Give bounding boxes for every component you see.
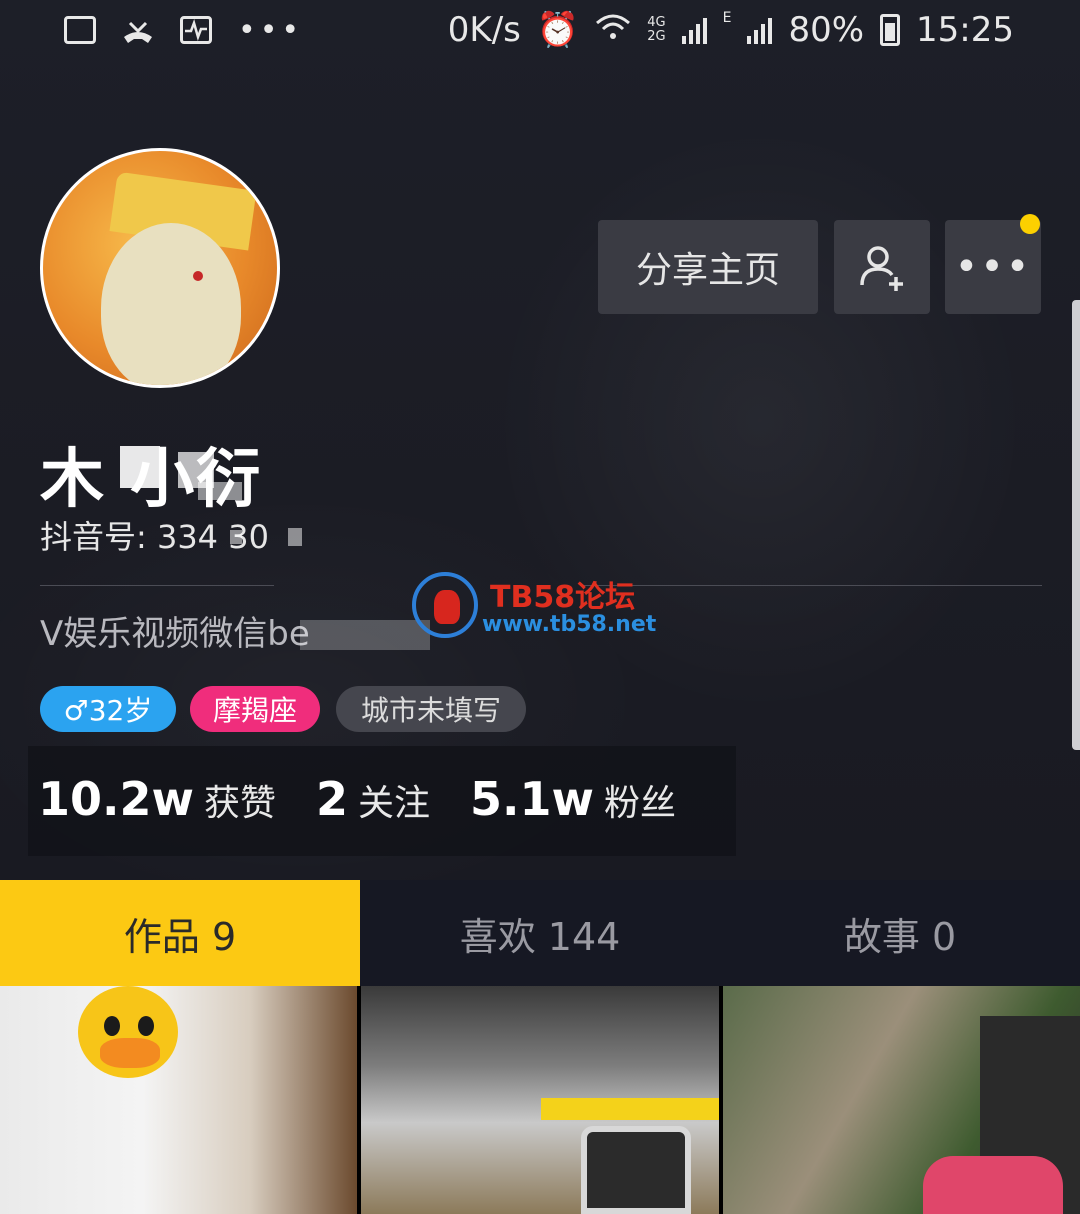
video-thumbnail[interactable]	[722, 986, 1080, 1214]
status-right: 0K/s ⏰ 4G 2G E 80% 15:25	[448, 10, 1080, 50]
video-thumbnail[interactable]	[0, 986, 358, 1214]
bio-text: V娱乐视频微信be	[40, 614, 310, 654]
stats-row: 10.2w 获赞 2 关注 5.1w 粉丝	[38, 772, 676, 826]
avatar-forehead-dot	[193, 271, 203, 281]
net-4g-label: 4G	[647, 15, 666, 30]
stat-number: 2	[316, 772, 349, 826]
video-grid	[0, 986, 1080, 1214]
gallery-icon	[64, 16, 96, 44]
network-type: 4G 2G	[647, 16, 665, 44]
alarm-icon: ⏰	[536, 10, 580, 50]
video-thumbnail[interactable]	[361, 986, 719, 1214]
duck-eye	[104, 1016, 120, 1036]
privacy-mosaic	[300, 620, 430, 650]
stroller	[922, 1156, 1063, 1214]
tab-stories[interactable]: 故事 0	[720, 880, 1080, 986]
stat-label: 粉丝	[604, 783, 677, 824]
clock-time: 15:25	[916, 10, 1014, 50]
watermark-logo-icon	[412, 572, 478, 638]
stat-likes[interactable]: 10.2w 获赞	[38, 772, 276, 826]
activity-icon	[180, 16, 212, 44]
watermark-url: www.tb58.net	[482, 612, 657, 637]
content-tabs: 作品 9 喜欢 144 故事 0	[0, 880, 1080, 986]
share-profile-button[interactable]: 分享主页	[598, 220, 818, 314]
subway-sign	[541, 1098, 719, 1120]
stat-following[interactable]: 2 关注	[316, 772, 430, 826]
duck-eye	[138, 1016, 154, 1036]
privacy-mosaic	[198, 482, 242, 500]
signal-icon-2	[747, 16, 773, 44]
tab-likes[interactable]: 喜欢 144	[360, 880, 720, 986]
stat-number: 5.1w	[470, 772, 595, 826]
add-user-icon	[860, 246, 903, 291]
duck-beak	[100, 1038, 160, 1068]
net-speed: 0K/s	[447, 10, 521, 50]
signal-icon-1	[681, 16, 707, 44]
more-notifications-icon: •••	[238, 12, 304, 48]
privacy-mosaic	[120, 446, 160, 488]
missed-call-icon	[122, 16, 154, 44]
notification-dot	[1020, 214, 1040, 234]
stat-number: 10.2w	[38, 772, 194, 826]
battery-icon	[880, 14, 901, 46]
wifi-icon	[595, 10, 631, 50]
city-tag[interactable]: 城市未填写	[336, 686, 526, 732]
battery-percent: 80%	[788, 10, 865, 50]
add-friend-button[interactable]	[834, 220, 930, 314]
divider	[40, 585, 274, 586]
stat-label: 关注	[358, 783, 431, 824]
privacy-mosaic	[288, 528, 302, 546]
avatar-face	[101, 223, 241, 385]
watermark: TB58论坛 www.tb58.net	[412, 572, 672, 642]
net-2g-label: 2G	[647, 29, 666, 44]
status-left: •••	[0, 13, 303, 48]
more-options-button[interactable]: •••	[945, 220, 1041, 314]
subway-door	[581, 1126, 692, 1214]
avatar[interactable]	[40, 148, 280, 388]
gender-age-tag: ♂32岁	[40, 686, 176, 732]
stat-label: 获赞	[204, 783, 277, 824]
watermark-title: TB58论坛	[490, 580, 636, 615]
zodiac-tag: 摩羯座	[190, 686, 320, 732]
stat-followers[interactable]: 5.1w 粉丝	[470, 772, 676, 826]
tab-works[interactable]: 作品 9	[0, 880, 360, 986]
status-bar: ••• 0K/s ⏰ 4G 2G E 80% 15:25	[0, 0, 1080, 60]
privacy-mosaic	[230, 530, 242, 544]
scroll-indicator	[1072, 300, 1080, 750]
net-e-label: E	[722, 10, 732, 26]
